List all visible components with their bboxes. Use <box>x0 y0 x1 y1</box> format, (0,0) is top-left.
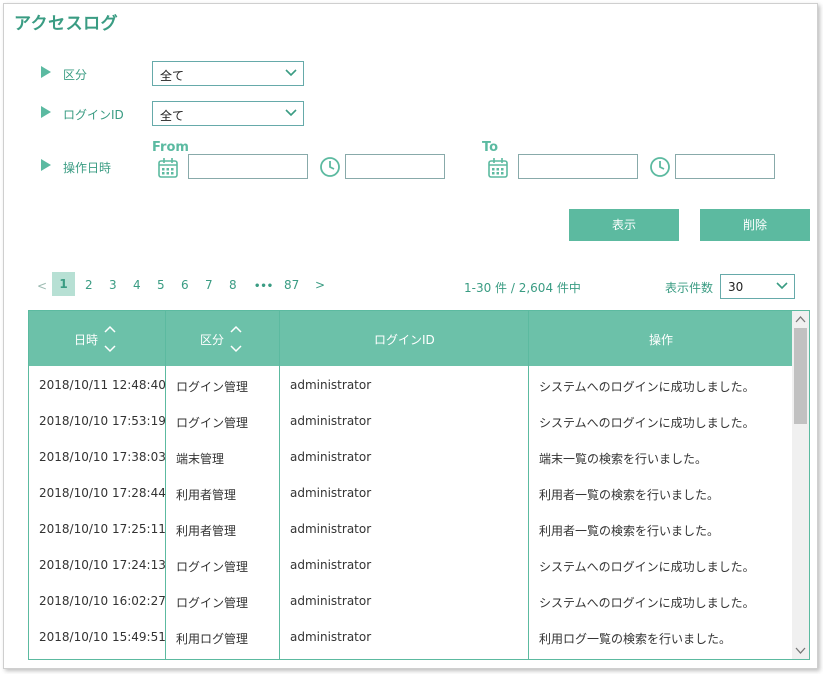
table-header: 日時 区分 ログインID 操作 <box>29 311 793 366</box>
next-page-link[interactable]: > <box>315 278 325 292</box>
page-link-4[interactable]: 4 <box>133 278 141 292</box>
cell-datetime: 2018/10/10 17:28:44 <box>39 486 166 500</box>
cell-operation: システムへのログインに成功しました。 <box>539 380 755 394</box>
to-date-input[interactable] <box>518 154 638 179</box>
vertical-scrollbar[interactable] <box>792 311 809 659</box>
cell-category: ログイン管理 <box>176 596 249 610</box>
page-link-6[interactable]: 6 <box>181 278 189 292</box>
page-title: アクセスログ <box>14 14 119 34</box>
prev-page-link[interactable]: < <box>37 279 47 293</box>
per-page-select[interactable]: 30 <box>720 274 795 299</box>
cell-login-id: administrator <box>290 558 372 572</box>
login-id-select[interactable]: 全て <box>152 101 304 126</box>
cell-datetime: 2018/10/11 12:48:40 <box>39 378 166 392</box>
cell-login-id: administrator <box>290 522 372 536</box>
result-count: 1-30 件 / 2,604 件中 <box>464 281 581 295</box>
page-ellipsis: ••• <box>254 281 274 292</box>
table-row[interactable]: 2018/10/10 16:02:27 ログイン管理 administrator シス… <box>29 583 793 619</box>
page-link-7[interactable]: 7 <box>205 278 213 292</box>
cell-login-id: administrator <box>290 594 372 608</box>
cell-category: 端末管理 <box>176 452 225 466</box>
cell-category: ログイン管理 <box>176 560 249 574</box>
table-row[interactable]: 2018/10/10 17:25:11 利用者管理 administrator 利用者… <box>29 511 793 547</box>
header-operation: 操作 <box>529 311 793 366</box>
header-category[interactable]: 区分 <box>166 311 279 366</box>
show-button[interactable]: 表示 <box>569 209 679 241</box>
cell-operation: 利用ログ一覧の検索を行いました。 <box>539 632 732 646</box>
per-page-value: 30 <box>728 280 744 294</box>
cell-category: 利用ログ管理 <box>176 632 249 646</box>
category-select[interactable]: 全て <box>152 61 304 86</box>
page-link-5[interactable]: 5 <box>157 278 165 292</box>
header-operation-label: 操作 <box>649 333 674 347</box>
cell-login-id: administrator <box>290 630 372 644</box>
page-link-last[interactable]: 87 <box>284 278 299 292</box>
cell-operation: 利用者一覧の検索を行いました。 <box>539 488 720 502</box>
from-date-input[interactable] <box>188 154 308 179</box>
cell-datetime: 2018/10/10 17:38:03 <box>39 450 166 464</box>
cell-operation: システムへのログインに成功しました。 <box>539 596 755 610</box>
calendar-from-icon[interactable] <box>157 157 179 179</box>
cell-operation: システムへのログインに成功しました。 <box>539 416 755 430</box>
cell-datetime: 2018/10/10 17:53:19 <box>39 414 166 428</box>
login-id-bullet-icon <box>41 106 51 118</box>
from-time-input[interactable] <box>345 154 445 179</box>
header-login-id-label: ログインID <box>374 333 435 347</box>
calendar-to-icon[interactable] <box>487 157 509 179</box>
cell-category: ログイン管理 <box>176 416 249 430</box>
cell-operation: 利用者一覧の検索を行いました。 <box>539 524 720 538</box>
scroll-up-icon[interactable] <box>795 315 806 323</box>
sort-icon[interactable] <box>103 324 117 354</box>
scrollbar-thumb[interactable] <box>794 328 807 424</box>
cell-operation: 端末一覧の検索を行いました。 <box>539 452 708 466</box>
cell-category: ログイン管理 <box>176 380 249 394</box>
cell-category: 利用者管理 <box>176 524 237 538</box>
cell-datetime: 2018/10/10 16:02:27 <box>39 594 166 608</box>
table-row[interactable]: 2018/10/10 17:24:13 ログイン管理 administrator シス… <box>29 547 793 583</box>
table-row[interactable]: 2018/10/10 15:49:51 利用ログ管理 administrator 利用… <box>29 619 793 655</box>
page-link-3[interactable]: 3 <box>109 278 117 292</box>
category-label: 区分 <box>63 68 88 82</box>
sort-icon[interactable] <box>229 324 243 354</box>
page-link-1[interactable]: 1 <box>52 272 75 296</box>
cell-datetime: 2018/10/10 17:24:13 <box>39 558 166 572</box>
per-page-label: 表示件数 <box>665 281 714 295</box>
table-row[interactable]: 2018/10/10 17:38:03 端末管理 administrator 端末一覧… <box>29 439 793 475</box>
page-link-8[interactable]: 8 <box>229 278 237 292</box>
to-time-input[interactable] <box>675 154 775 179</box>
table-row[interactable]: 2018/10/10 17:53:19 ログイン管理 administrator シス… <box>29 403 793 439</box>
table-row[interactable]: 2018/10/11 12:48:40 ログイン管理 administrator シス… <box>29 367 793 403</box>
header-datetime[interactable]: 日時 <box>29 311 165 366</box>
page-link-2[interactable]: 2 <box>85 278 93 292</box>
clock-from-icon[interactable] <box>319 156 341 178</box>
delete-button[interactable]: 削除 <box>700 209 810 241</box>
category-bullet-icon <box>41 66 51 78</box>
cell-login-id: administrator <box>290 378 372 392</box>
login-id-select-value: 全て <box>160 109 185 123</box>
chevron-down-icon <box>285 109 297 117</box>
cell-category: 利用者管理 <box>176 488 237 502</box>
cell-operation: システムへのログインに成功しました。 <box>539 560 755 574</box>
clock-to-icon[interactable] <box>649 156 671 178</box>
date-label: 操作日時 <box>63 161 112 175</box>
header-login-id: ログインID <box>280 311 528 366</box>
from-label: From <box>152 140 189 155</box>
header-category-label: 区分 <box>200 333 225 347</box>
login-id-label: ログインID <box>63 108 124 122</box>
table-row[interactable]: 2018/10/10 17:28:44 利用者管理 administrator 利用者… <box>29 475 793 511</box>
chevron-down-icon <box>776 282 788 290</box>
scroll-down-icon[interactable] <box>795 647 806 655</box>
cell-datetime: 2018/10/10 15:49:51 <box>39 630 166 644</box>
cell-login-id: administrator <box>290 450 372 464</box>
cell-login-id: administrator <box>290 414 372 428</box>
cell-login-id: administrator <box>290 486 372 500</box>
category-select-value: 全て <box>160 69 185 83</box>
to-label: To <box>482 140 499 155</box>
chevron-down-icon <box>285 69 297 77</box>
date-bullet-icon <box>41 159 51 171</box>
cell-datetime: 2018/10/10 17:25:11 <box>39 522 166 536</box>
access-log-table: 日時 区分 ログインID 操作 2018/10/11 12:48:40 ログイン管… <box>28 310 810 660</box>
header-datetime-label: 日時 <box>74 333 99 347</box>
